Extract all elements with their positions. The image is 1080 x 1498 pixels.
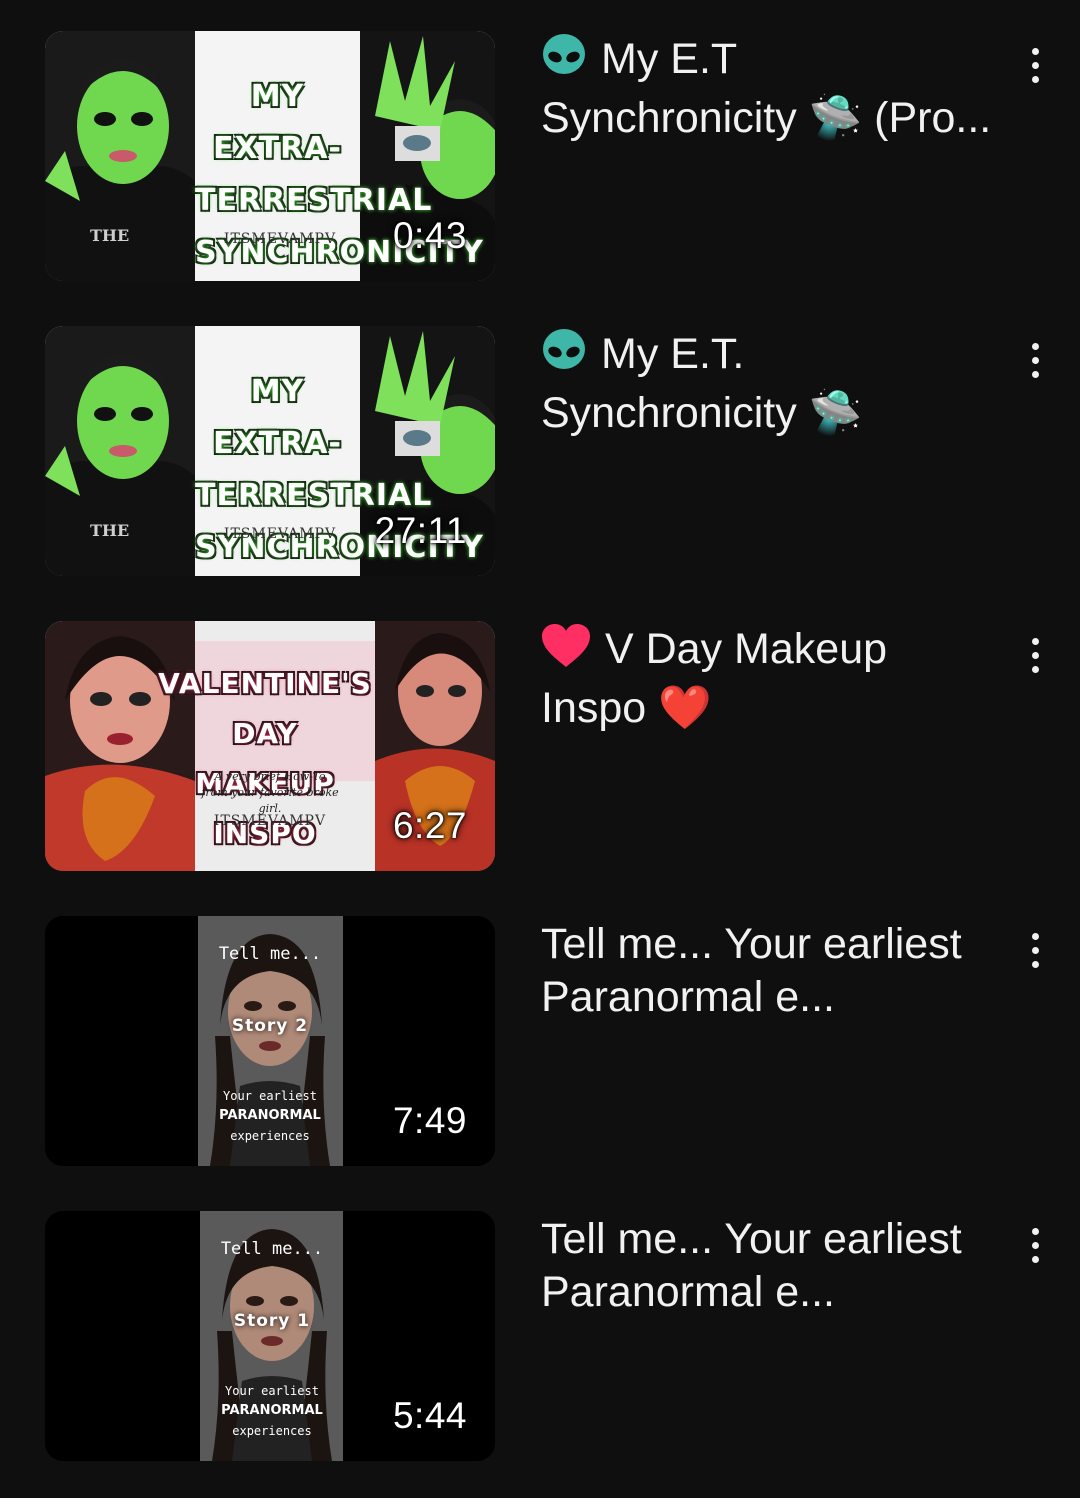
duration-badge: 6:27	[392, 805, 467, 846]
thumbnail-headline-line: TERRESTRIAL	[195, 183, 433, 218]
svg-text:THE: THE	[90, 226, 129, 245]
video-item[interactable]: THE MY EXTRA- TERRESTRIAL SYNCHRONICITY …	[0, 326, 1080, 576]
thumbnail-channel-tag: ITSMEVAMPV	[223, 526, 337, 542]
thumbnail-text-top: Tell me...	[220, 1239, 324, 1259]
thumbnail-text-story: Story 2	[231, 1016, 309, 1036]
video-title[interactable]: My E.T. Synchronicity 🛸	[541, 328, 1001, 440]
thumbnail-text-line: Your earliest	[225, 1384, 319, 1398]
video-title[interactable]: My E.T Synchronicity 🛸 (Pro...	[541, 33, 1001, 145]
duration-badge: 27:11	[374, 510, 467, 551]
thumbnail-headline-line: VALENTINE'S DAY	[158, 667, 372, 750]
thumbnail-channel-tag: ITSMEVAMPV	[213, 813, 327, 829]
more-vert-icon[interactable]	[1018, 629, 1052, 681]
alien-icon	[541, 328, 587, 387]
video-title-text: Tell me... Your earliest Paranormal e...	[541, 920, 962, 1021]
video-title[interactable]: V Day Makeup Inspo ❤️	[541, 623, 1001, 735]
thumbnail-text-line: experiences	[230, 1129, 310, 1143]
heart-icon	[541, 623, 591, 682]
video-thumbnail[interactable]: Tell me... Story 1 Your earliest PARANOR…	[45, 1211, 495, 1461]
video-thumbnail[interactable]: THE MY EXTRA- TERRESTRIAL SYNCHRONICITY …	[45, 31, 495, 281]
thumbnail-text-line: Your earliest	[223, 1089, 317, 1103]
video-item[interactable]: Tell me... Story 1 Your earliest PARANOR…	[0, 1211, 1080, 1461]
duration-badge: 0:43	[392, 215, 467, 256]
video-title-text: My E.T. Synchronicity 🛸	[541, 330, 863, 437]
video-title[interactable]: Tell me... Your earliest Paranormal e...	[541, 918, 1001, 1024]
video-item[interactable]: VALENTINE'S DAY MAKEUP INSPO A very brie…	[0, 621, 1080, 871]
video-thumbnail[interactable]: THE MY EXTRA- TERRESTRIAL SYNCHRONICITY …	[45, 326, 495, 576]
duration-badge: 7:49	[392, 1100, 467, 1141]
video-thumbnail[interactable]: Tell me... Story 2 Your earliest PARANOR…	[45, 916, 495, 1166]
video-item[interactable]: THE MY EXTRA- TERRESTRIAL SYNCHRONICITY …	[0, 31, 1080, 281]
thumbnail-text-line: PARANORMAL	[219, 1108, 321, 1123]
alien-icon	[541, 33, 587, 92]
more-vert-icon[interactable]	[1018, 1219, 1052, 1271]
svg-text:THE: THE	[90, 521, 129, 540]
more-vert-icon[interactable]	[1018, 39, 1052, 91]
video-list: THE MY EXTRA- TERRESTRIAL SYNCHRONICITY …	[0, 0, 1080, 1498]
thumbnail-text-story: Story 1	[233, 1311, 311, 1331]
video-thumbnail[interactable]: VALENTINE'S DAY MAKEUP INSPO A very brie…	[45, 621, 495, 871]
more-vert-icon[interactable]	[1018, 334, 1052, 386]
video-item[interactable]: Tell me... Story 2 Your earliest PARANOR…	[0, 916, 1080, 1166]
thumbnail-text-top: Tell me...	[218, 944, 322, 964]
thumbnail-subtitle-line: A very brief How-To	[214, 770, 326, 783]
thumbnail-text-line: PARANORMAL	[221, 1403, 323, 1418]
more-vert-icon[interactable]	[1018, 924, 1052, 976]
thumbnail-headline-line: MY EXTRA-	[213, 374, 342, 461]
video-title-text: My E.T Synchronicity 🛸 (Pro...	[541, 35, 992, 142]
thumbnail-headline-line: TERRESTRIAL	[195, 478, 433, 513]
video-title-text: Tell me... Your earliest Paranormal e...	[541, 1215, 962, 1316]
thumbnail-channel-tag: ITSMEVAMPV	[223, 231, 337, 247]
video-title[interactable]: Tell me... Your earliest Paranormal e...	[541, 1213, 1001, 1319]
thumbnail-headline-line: MY EXTRA-	[213, 79, 342, 166]
thumbnail-text-line: experiences	[232, 1424, 312, 1438]
duration-badge: 5:44	[392, 1395, 467, 1436]
video-title-text: V Day Makeup Inspo ❤️	[541, 625, 888, 732]
